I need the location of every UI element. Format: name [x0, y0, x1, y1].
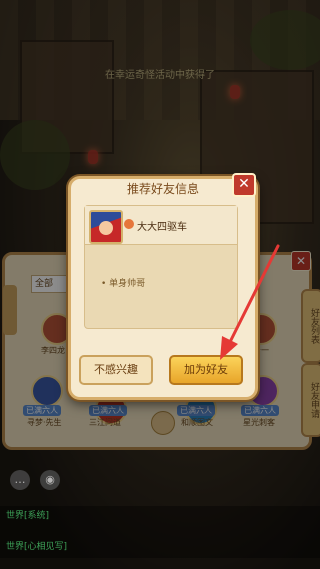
annotation-arrow [220, 244, 280, 360]
